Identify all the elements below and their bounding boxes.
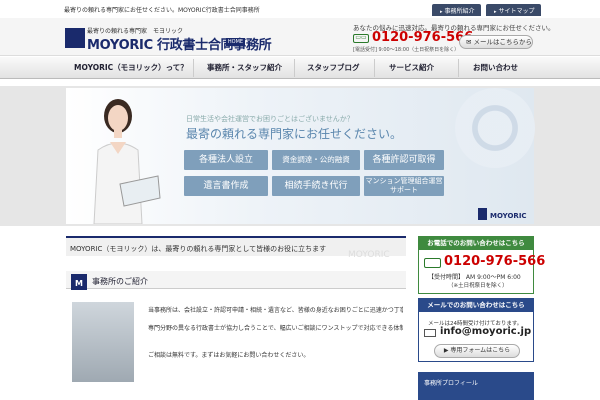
nav-item-staff[interactable]: 事務所・スタッフ紹介: [207, 62, 282, 73]
nav-item-blog[interactable]: スタッフブログ: [307, 62, 360, 73]
nav-item-contact[interactable]: お問い合わせ: [473, 62, 518, 73]
section-title: 事務所のご紹介: [92, 277, 148, 286]
hero-question: 日常生活や会社運営でお困りごとはございませんか？: [186, 115, 354, 123]
service-will-drafting[interactable]: 遺言書作成: [184, 176, 268, 196]
free-dial-icon: [424, 258, 441, 268]
nav-item-about[interactable]: MOYORIC（モヨリック）って？: [74, 62, 188, 73]
logo-icon[interactable]: [65, 28, 85, 48]
mail-button[interactable]: ✉ メールはこちらから: [459, 35, 533, 49]
person-illustration: [93, 99, 161, 224]
tab-sitemap[interactable]: サイトマップ: [486, 4, 541, 16]
service-funding[interactable]: 資金調達・公的融資: [272, 150, 360, 170]
section-paragraph: ご相談は無料です。まずはお気軽にお問い合わせください。: [148, 352, 310, 359]
free-dial-icon: ▭▭: [353, 34, 369, 43]
form-button[interactable]: ▶ 専用フォームはこちら: [434, 344, 520, 358]
seal-emblem-icon: [455, 88, 535, 168]
service-permits[interactable]: 各種許認可取得: [364, 150, 444, 170]
seo-text: 最寄りの頼れる専門家にお任せください。MOYORIC行政書士合同事務所: [64, 7, 260, 14]
section-m-icon: M: [71, 274, 87, 290]
mail-icon: ✉: [466, 38, 474, 46]
mail-box-header: メールでのお問い合わせはこちら: [418, 298, 534, 312]
hero-headline: 最寄の頼れる専門家にお任せください。: [186, 127, 403, 141]
tel-box-header: お電話でのお問い合わせはこちら: [418, 236, 534, 250]
service-inheritance[interactable]: 相続手続き代行: [272, 176, 360, 196]
mail-button-label: メールはこちらから: [473, 38, 533, 46]
intro-watermark: MOYORIC: [348, 250, 390, 260]
office-photo: [72, 302, 134, 382]
profile-header: 事務所プロフィール: [424, 380, 478, 387]
form-button-label: 専用フォームはこちら: [450, 347, 511, 354]
mail-address[interactable]: info@moyoric.jp: [440, 326, 531, 337]
tab-office-intro[interactable]: 事務所紹介: [432, 4, 481, 16]
nav-divider: [193, 59, 194, 77]
envelope-icon: [424, 329, 436, 337]
home-button[interactable]: HOME: [226, 38, 245, 46]
nav-divider: [294, 59, 295, 77]
section-paragraph: 当事務所は、会社設立・許認可申請・相続・遺言など、皆様の身近なお困りごとに迅速か…: [148, 307, 403, 314]
nav-divider: [458, 59, 459, 77]
sidebar-hours: 【受付時間】 AM 9:00〜PM 6:00: [428, 274, 521, 281]
sidebar-phone[interactable]: 0120-976-566: [444, 254, 545, 269]
service-condo-management[interactable]: マンション管理組合運営サポート: [364, 176, 444, 196]
service-corporation-setup[interactable]: 各種法人設立: [184, 150, 268, 170]
nav-item-services[interactable]: サービス紹介: [389, 62, 434, 73]
nav-divider: [374, 59, 375, 77]
section-paragraph: 専門分野の異なる行政書士が協力し合うことで、幅広いご相談にワンストップで対応でき…: [148, 325, 403, 332]
sidebar-hours-note: （※土日祝祭日を除く）: [448, 283, 508, 289]
hero-brand: MOYORIC: [490, 212, 527, 220]
header-hours: [電話受付] 9:00〜18:00（土日祝祭日を除く）: [353, 47, 460, 53]
brand-mark-icon: [478, 208, 487, 220]
